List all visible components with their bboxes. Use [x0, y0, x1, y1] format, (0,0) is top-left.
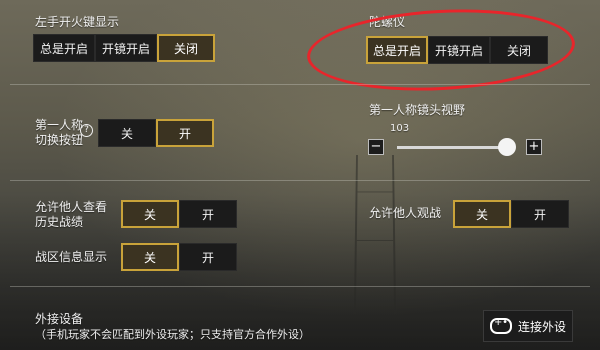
fov-slider-thumb[interactable] [497, 138, 516, 156]
left-fire-off[interactable]: 关闭 [157, 34, 215, 62]
fpp-switch-label-line1: 第一人称 [35, 118, 84, 132]
fpp-switch-label-line2: 切换按钮 [35, 133, 84, 147]
fpp-fov-value: 103 [390, 123, 410, 134]
history-off[interactable]: 关 [121, 200, 179, 228]
background-tower [353, 154, 397, 314]
spectate-on[interactable]: 开 [511, 200, 569, 228]
spectate-label: 允许他人观战 [369, 206, 442, 220]
external-device-note: （手机玩家不会匹配到外设玩家；只支持官方合作外设） [35, 328, 310, 341]
left-fire-segmented: 总是开启 开镜开启 关闭 [33, 34, 215, 62]
zone-info-segmented: 关 开 [121, 243, 237, 271]
connect-device-button[interactable]: 连接外设 [483, 310, 573, 342]
divider [10, 286, 590, 287]
fpp-fov-label: 第一人称镜头视野 [369, 103, 466, 117]
fpp-switch-on[interactable]: 开 [156, 119, 214, 147]
gamepad-icon [490, 317, 512, 334]
spectate-segmented: 关 开 [453, 200, 569, 228]
zone-info-on[interactable]: 开 [179, 243, 237, 271]
fpp-switch-off[interactable]: 关 [98, 119, 156, 147]
connect-device-label: 连接外设 [518, 319, 567, 334]
left-fire-label: 左手开火键显示 [35, 15, 120, 29]
external-device-label: 外接设备 [35, 312, 84, 326]
fpp-switch-segmented: 关 开 [98, 119, 214, 147]
history-segmented: 关 开 [121, 200, 237, 228]
history-on[interactable]: 开 [179, 200, 237, 228]
left-fire-always-on[interactable]: 总是开启 [33, 34, 95, 62]
fov-minus-button[interactable]: − [368, 139, 384, 155]
spectate-off[interactable]: 关 [453, 200, 511, 228]
divider [10, 84, 590, 85]
zone-info-off[interactable]: 关 [121, 243, 179, 271]
zone-info-label: 战区信息显示 [35, 250, 108, 264]
divider [10, 180, 590, 181]
left-fire-scope-on[interactable]: 开镜开启 [95, 34, 157, 62]
history-label-line1: 允许他人查看 [35, 200, 108, 214]
history-label-line2: 历史战绩 [35, 215, 84, 229]
help-icon[interactable]: ? [80, 124, 93, 137]
fov-plus-button[interactable]: + [526, 139, 542, 155]
